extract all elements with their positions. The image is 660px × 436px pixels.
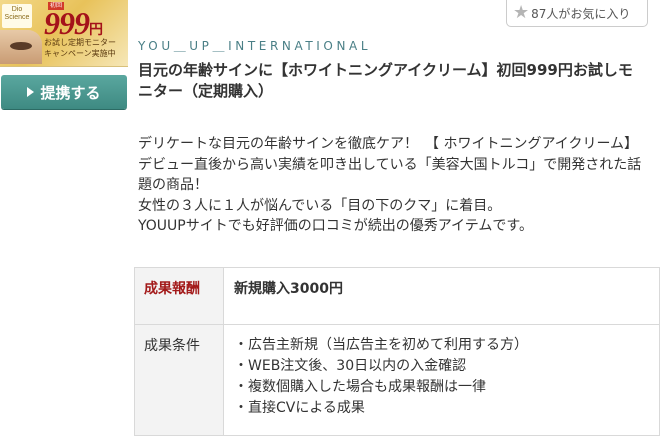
favorite-button[interactable]: ★ 87人がお気に入り [506,0,648,27]
reward-label: 成果報酬 [144,281,200,297]
banner-line-1: お試し定期モニター [44,38,116,47]
star-icon: ★ [513,2,530,23]
reward-value-cell: 新規購入3000円 [223,267,660,325]
description-line: 女性の３人に１人が悩んでいる「目の下のクマ」に着目。 [138,197,502,214]
reward-row: 成果報酬 新規購入3000円 [134,267,660,325]
description-line: デビュー直後から高い実績を叩き出している「美容大国トルコ」で開発された話題の商品… [138,156,642,194]
tie-up-button[interactable]: 提携する [1,75,127,109]
condition-label: 成果条件 [144,338,200,354]
reward-table: 成果報酬 新規購入3000円 成果条件 ・広告主新規（当広告主を初めて利用する方… [134,267,660,436]
product-banner-image[interactable]: Dio Science 初回 999円 お試し定期モニター キャンペーン実施中 [0,0,128,67]
condition-list: ・広告主新規（当広告主を初めて利用する方） ・WEB注文後、30日以内の入金確認… [234,335,659,419]
description-line: デリケートな目元の年齢サインを徹底ケア！ 【 ホワイトニングアイクリーム】 [138,136,639,152]
banner-eye-photo [0,30,42,64]
banner-line-2: キャンペーン実施中 [44,49,116,58]
condition-label-cell: 成果条件 [134,324,224,436]
program-description: デリケートな目元の年齢サインを徹底ケア！ 【 ホワイトニングアイクリーム】 デビ… [138,134,650,237]
advertiser-name: YOU＿UP＿INTERNATIONAL [138,39,372,53]
condition-item: ・WEB注文後、30日以内の入金確認 [234,358,467,374]
description-line: YOUUPサイトでも好評価の口コミが続出の優秀アイテムです。 [138,218,533,234]
condition-item: ・広告主新規（当広告主を初めて利用する方） [234,337,528,353]
reward-value: 新規購入3000円 [234,281,343,297]
favorite-count-label: 87人がお気に入り [531,6,631,21]
program-title: 目元の年齢サインに【ホワイトニングアイクリーム】初回999円お試しモニター（定期… [138,61,633,100]
reward-label-cell: 成果報酬 [134,267,224,325]
condition-row: 成果条件 ・広告主新規（当広告主を初めて利用する方） ・WEB注文後、30日以内… [134,324,660,436]
condition-item: ・複数個購入した場合も成果報酬は一律 [234,379,486,395]
condition-value-cell: ・広告主新規（当広告主を初めて利用する方） ・WEB注文後、30日以内の入金確認… [223,324,660,436]
condition-item: ・直接CVによる成果 [234,400,365,416]
tie-up-button-label: 提携する [40,83,101,102]
banner-brand-logo: Dio Science [2,4,32,28]
arrow-right-icon [27,87,35,97]
